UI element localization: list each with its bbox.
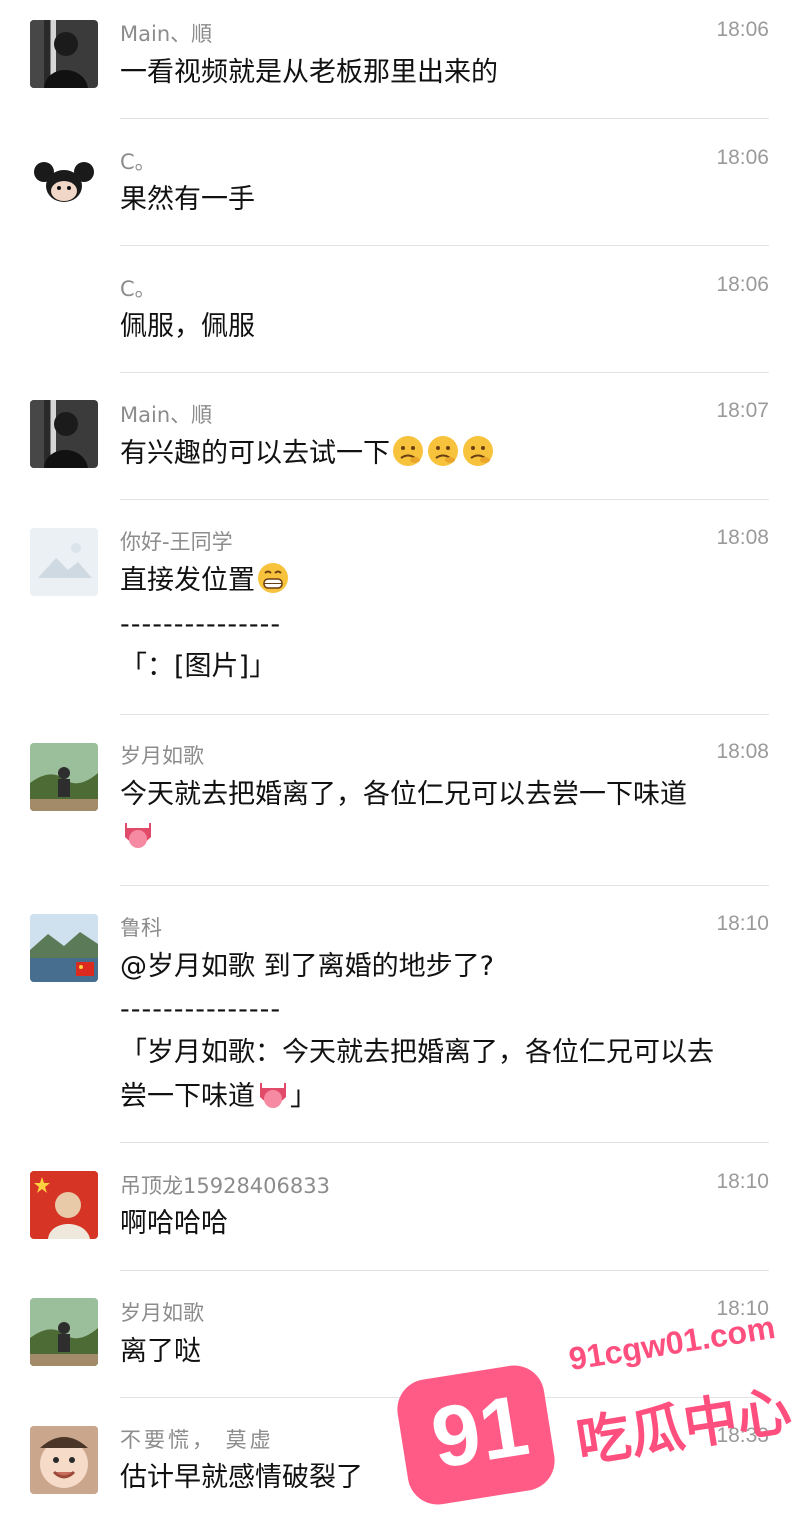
- message-text: @岁月如歌 到了离婚的地步了?: [120, 951, 494, 982]
- placeholder-landscape-avatar[interactable]: [30, 528, 98, 596]
- sender-name: C。: [120, 277, 156, 301]
- quote-separator: ---------------: [120, 609, 282, 640]
- tongue-face-icon: [260, 1083, 286, 1108]
- baby-avatar[interactable]: [30, 1426, 98, 1494]
- divider: [120, 714, 769, 715]
- message-time: 18:07: [716, 399, 769, 422]
- watermark-url: 91cgw01.com: [566, 1308, 778, 1378]
- sender-name: Main、順: [120, 403, 213, 427]
- sender-name: 鲁科: [120, 916, 162, 940]
- sender-name: 不要慌， 莫虚: [120, 1428, 274, 1452]
- message-text-content: 直接发位置: [120, 565, 255, 596]
- sender-name: C。: [120, 150, 156, 174]
- message-text-content: 有兴趣的可以去试一下: [120, 438, 390, 469]
- quoted-content-continued[interactable]: 尝一下味道 」: [120, 1075, 317, 1119]
- divider: [120, 885, 769, 886]
- sender-name: 你好-王同学: [120, 530, 233, 554]
- message-text: 直接发位置: [120, 559, 290, 603]
- divider: [120, 1270, 769, 1271]
- watermark-number: 91: [425, 1377, 535, 1487]
- sender-name: 岁月如歌: [120, 744, 204, 768]
- divider: [120, 1142, 769, 1143]
- mickey-avatar[interactable]: [30, 148, 98, 216]
- watermark: 91 91cgw01.com 吃瓜中心: [393, 1309, 800, 1513]
- message-text-emoji-line: [120, 815, 155, 859]
- message-text: 今天就去把婚离了，各位仁兄可以去尝一下味道: [120, 779, 687, 810]
- nature-avatar[interactable]: [30, 1298, 98, 1366]
- divider: [120, 245, 769, 246]
- message-time: 18:08: [716, 740, 769, 763]
- message-text: 佩服，佩服: [120, 311, 255, 342]
- portrait-bw-avatar[interactable]: [30, 20, 98, 88]
- message-time: 18:06: [716, 18, 769, 41]
- divider: [120, 372, 769, 373]
- nature-avatar[interactable]: [30, 743, 98, 811]
- sender-name: Main、順: [120, 22, 213, 46]
- message-text: 果然有一手: [120, 184, 255, 215]
- lake-avatar[interactable]: [30, 914, 98, 982]
- message-text: 一看视频就是从老板那里出来的: [120, 57, 498, 88]
- quoted-content[interactable]: 「岁月如歌：今天就去把婚离了，各位仁兄可以去: [120, 1031, 714, 1075]
- child-flag-avatar[interactable]: [30, 1171, 98, 1239]
- quote-separator: ---------------: [120, 994, 282, 1025]
- grinning-face-icon: [258, 563, 288, 593]
- message-time: 18:10: [716, 1170, 769, 1193]
- message-text: 啊哈哈哈: [120, 1208, 228, 1239]
- portrait-bw-avatar[interactable]: [30, 400, 98, 468]
- message-time: 18:06: [716, 273, 769, 296]
- divider: [120, 118, 769, 119]
- message-text: 有兴趣的可以去试一下: [120, 432, 495, 476]
- quote-close-mark: 」: [290, 1081, 317, 1112]
- quoted-content-text: 尝一下味道: [120, 1081, 255, 1112]
- watermark-brand: 吃瓜中心: [572, 1378, 796, 1475]
- thinking-face-icon: [393, 436, 423, 466]
- message-text: 估计早就感情破裂了: [120, 1462, 363, 1493]
- message-text: 离了哒: [120, 1336, 201, 1367]
- sender-name: 吊顶龙15928406833: [120, 1174, 330, 1198]
- message-time: 18:08: [716, 526, 769, 549]
- quoted-content[interactable]: 「：[图片]」: [120, 645, 276, 689]
- message-time: 18:06: [716, 146, 769, 169]
- thinking-face-icon: [428, 436, 458, 466]
- chat-history-page: Main、順 18:06 一看视频就是从老板那里出来的 C。 18:06 果然有…: [0, 0, 800, 1513]
- sender-name: 岁月如歌: [120, 1301, 204, 1325]
- tongue-face-icon: [125, 823, 151, 848]
- thinking-face-icon: [463, 436, 493, 466]
- message-time: 18:10: [716, 912, 769, 935]
- divider: [120, 499, 769, 500]
